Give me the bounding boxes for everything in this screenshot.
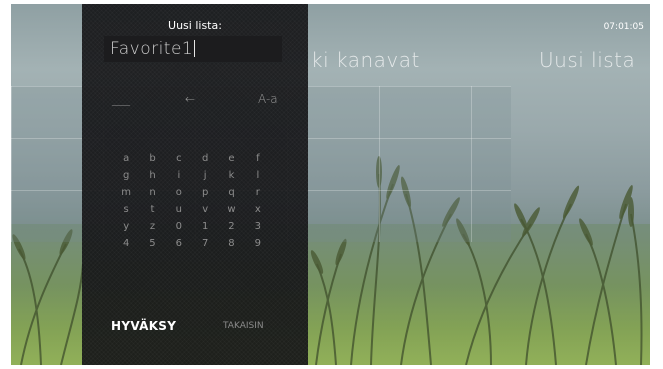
- clock: 07:01:05: [603, 22, 644, 32]
- keyboard-key[interactable]: r: [245, 186, 271, 199]
- accept-button[interactable]: HYVÄKSY: [111, 319, 176, 333]
- keyboard-key[interactable]: q: [218, 186, 244, 199]
- keyboard-key[interactable]: 0: [166, 220, 192, 233]
- keyboard-key[interactable]: k: [218, 169, 244, 182]
- keyboard-key[interactable]: 9: [245, 237, 271, 250]
- keyboard-key[interactable]: j: [192, 169, 218, 182]
- keyboard-key[interactable]: 2: [218, 220, 244, 233]
- keyboard-key[interactable]: t: [139, 203, 165, 216]
- keyboard-key[interactable]: s: [113, 203, 139, 216]
- keyboard-key[interactable]: m: [113, 186, 139, 199]
- keyboard-key[interactable]: y: [113, 220, 139, 233]
- keyboard-key[interactable]: p: [192, 186, 218, 199]
- keyboard-key[interactable]: x: [245, 203, 271, 216]
- back-button[interactable]: TAKAISIN: [223, 321, 264, 331]
- tv-screen: ki kanavat Uusi lista 07:01:05 Uusi list…: [11, 4, 650, 365]
- keyboard-key[interactable]: u: [166, 203, 192, 216]
- keyboard-key[interactable]: g: [113, 169, 139, 182]
- keyboard-key[interactable]: b: [139, 152, 165, 165]
- keyboard-key[interactable]: f: [245, 152, 271, 165]
- keyboard-key[interactable]: 8: [218, 237, 244, 250]
- keyboard-key[interactable]: 5: [139, 237, 165, 250]
- background-list-heading: ki kanavat: [311, 48, 420, 72]
- keyboard-key[interactable]: 1: [192, 220, 218, 233]
- keyboard-key[interactable]: i: [166, 169, 192, 182]
- keyboard-key[interactable]: 3: [245, 220, 271, 233]
- keyboard-key[interactable]: c: [166, 152, 192, 165]
- keyboard-key[interactable]: l: [245, 169, 271, 182]
- backspace-key[interactable]: ←: [185, 92, 195, 106]
- text-cursor: [194, 40, 196, 57]
- keyboard-key[interactable]: 4: [113, 237, 139, 250]
- keyboard-key[interactable]: z: [139, 220, 165, 233]
- onscreen-keyboard-panel: Uusi lista: Favorite1 ___ ← A-a a b c d …: [82, 4, 308, 365]
- case-toggle-key[interactable]: A-a: [258, 92, 278, 106]
- list-name-input[interactable]: Favorite1: [104, 36, 282, 62]
- keyboard-key[interactable]: e: [218, 152, 244, 165]
- keyboard-key[interactable]: h: [139, 169, 165, 182]
- character-key-grid: a b c d e f g h i j k l m n o p q r s t …: [113, 152, 271, 250]
- list-name-value: Favorite1: [110, 39, 194, 59]
- keyboard-key[interactable]: 6: [166, 237, 192, 250]
- keyboard-title: Uusi lista:: [168, 19, 222, 32]
- keyboard-key[interactable]: n: [139, 186, 165, 199]
- keyboard-key[interactable]: w: [218, 203, 244, 216]
- keyboard-key[interactable]: v: [192, 203, 218, 216]
- keyboard-key[interactable]: 7: [192, 237, 218, 250]
- space-key[interactable]: ___: [112, 92, 130, 106]
- keyboard-key[interactable]: d: [192, 152, 218, 165]
- keyboard-key[interactable]: a: [113, 152, 139, 165]
- new-list-heading: Uusi lista: [539, 48, 636, 72]
- keyboard-key[interactable]: o: [166, 186, 192, 199]
